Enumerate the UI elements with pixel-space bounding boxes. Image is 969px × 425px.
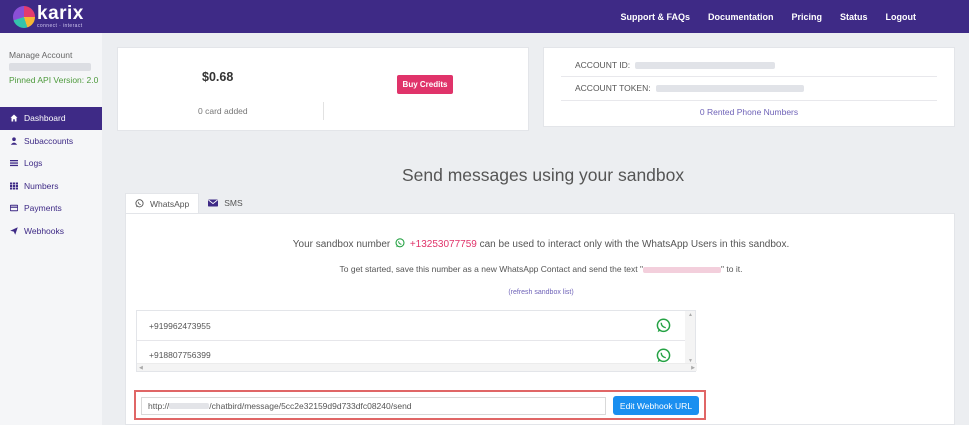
account-id-label: ACCOUNT ID: xyxy=(575,60,631,70)
manage-account-link[interactable]: Manage Account xyxy=(9,50,72,60)
sidebar-item-label: Payments xyxy=(24,203,62,214)
whatsapp-icon[interactable] xyxy=(656,318,671,338)
webhook-url-prefix: http:// xyxy=(148,401,170,411)
edit-webhook-url-button[interactable]: Edit Webhook URL xyxy=(613,396,699,415)
webhook-highlight: http:// /chatbird/message/5cc2e32159d9d73… xyxy=(134,390,706,420)
phone-number: +919962473955 xyxy=(149,320,211,331)
sidebar-item-label: Dashboard xyxy=(24,113,66,124)
whatsapp-inline-icon xyxy=(395,238,405,251)
account-id-row: ACCOUNT ID: xyxy=(575,60,776,70)
cards-added-text: 0 card added xyxy=(198,106,248,116)
brand-logo[interactable]: karix connect · interact xyxy=(13,3,84,30)
webhook-host-redacted xyxy=(169,403,210,409)
row-divider xyxy=(561,76,937,77)
sandbox-tabs: WhatsApp SMS xyxy=(125,193,252,213)
join-code-redacted xyxy=(643,266,722,273)
card-divider xyxy=(323,102,324,120)
buy-credits-button[interactable]: Buy Credits xyxy=(397,75,453,94)
getting-started-suffix: " to it. xyxy=(721,264,743,274)
tab-label: WhatsApp xyxy=(150,198,190,209)
whatsapp-icon xyxy=(135,199,144,208)
tab-label: SMS xyxy=(224,198,243,208)
send-icon xyxy=(10,226,18,235)
nav-status[interactable]: Status xyxy=(840,12,868,22)
brand-tagline: connect · interact xyxy=(37,23,83,29)
card-icon xyxy=(10,204,18,212)
sandbox-number: +13253077759 xyxy=(409,239,477,251)
envelope-icon xyxy=(208,199,219,207)
scroll-left-arrow-icon[interactable]: ◀ xyxy=(139,365,143,371)
getting-started-text: To get started, save this number as a ne… xyxy=(126,264,956,274)
nav-documentation[interactable]: Documentation xyxy=(708,12,774,22)
balance-card: $0.68 0 card added Buy Credits xyxy=(117,47,529,131)
account-token-row: ACCOUNT TOKEN: xyxy=(575,83,804,93)
karix-logo-icon xyxy=(13,5,35,28)
sidebar-item-numbers[interactable]: Numbers xyxy=(0,175,102,198)
sandbox-number-text: Your sandbox number +13253077759 can be … xyxy=(126,238,956,251)
phone-number: +918807756399 xyxy=(149,350,211,360)
scroll-right-arrow-icon[interactable]: ▶ xyxy=(691,365,695,371)
account-card: ACCOUNT ID: ACCOUNT TOKEN: 0 Rented Phon… xyxy=(543,47,955,127)
horizontal-scrollbar[interactable]: ◀ ▶ xyxy=(137,363,697,371)
sidebar-item-label: Logs xyxy=(24,158,43,169)
brand-name: karix xyxy=(37,3,84,24)
top-navbar: karix connect · interact Support & FAQs … xyxy=(0,0,969,33)
account-token-label: ACCOUNT TOKEN: xyxy=(575,83,651,93)
sandbox-numbers-list: +919962473955 +918807756399 ▲ ▼ ◀ ▶ xyxy=(136,310,697,372)
vertical-scrollbar[interactable]: ▲ ▼ xyxy=(685,311,695,365)
grid-icon xyxy=(10,182,18,190)
list-item: +919962473955 xyxy=(137,311,685,340)
user-icon xyxy=(10,137,18,145)
home-icon xyxy=(10,114,18,122)
refresh-sandbox-link[interactable]: (refresh sandbox list) xyxy=(126,289,956,296)
top-nav-links: Support & FAQs Documentation Pricing Sta… xyxy=(620,0,969,33)
tab-sms[interactable]: SMS xyxy=(199,193,251,213)
whatsapp-sandbox-panel: Your sandbox number +13253077759 can be … xyxy=(125,213,955,425)
getting-started-prefix: To get started, save this number as a ne… xyxy=(339,264,644,274)
sandbox-text-suffix: can be used to interact only with the Wh… xyxy=(479,239,790,251)
sidebar-item-label: Subaccounts xyxy=(24,135,74,146)
sidebar-item-dashboard[interactable]: Dashboard xyxy=(0,107,102,130)
pinned-api-version: Pinned API Version: 2.0 xyxy=(9,75,99,85)
webhook-url-input[interactable]: http:// /chatbird/message/5cc2e32159d9d73… xyxy=(141,397,606,415)
sidebar-item-logs[interactable]: Logs xyxy=(0,152,102,175)
balance-amount: $0.68 xyxy=(202,70,234,84)
sidebar-item-subaccounts[interactable]: Subaccounts xyxy=(0,130,102,153)
row-divider xyxy=(561,100,937,101)
sidebar: Manage Account Pinned API Version: 2.0 D… xyxy=(0,33,102,425)
account-token-redacted xyxy=(655,84,804,92)
list-icon xyxy=(10,159,18,167)
sidebar-item-webhooks[interactable]: Webhooks xyxy=(0,220,102,243)
webhook-url-path: /chatbird/message/5cc2e32159d9d733dfc082… xyxy=(209,401,412,411)
rented-numbers-link[interactable]: 0 Rented Phone Numbers xyxy=(544,107,954,117)
account-name-redacted xyxy=(9,63,91,71)
sandbox-text-prefix: Your sandbox number xyxy=(292,239,391,251)
nav-pricing[interactable]: Pricing xyxy=(791,12,822,22)
sidebar-item-label: Webhooks xyxy=(24,225,65,236)
sidebar-item-label: Numbers xyxy=(24,180,59,191)
sidebar-menu: Dashboard Subaccounts Logs Numbers Payme… xyxy=(0,107,102,242)
account-id-redacted xyxy=(635,61,776,69)
scroll-up-arrow-icon[interactable]: ▲ xyxy=(688,312,693,318)
tab-whatsapp[interactable]: WhatsApp xyxy=(125,193,200,213)
nav-support-faqs[interactable]: Support & FAQs xyxy=(620,12,690,22)
nav-logout[interactable]: Logout xyxy=(886,12,917,22)
sandbox-title: Send messages using your sandbox xyxy=(402,165,685,185)
sidebar-item-payments[interactable]: Payments xyxy=(0,197,102,220)
